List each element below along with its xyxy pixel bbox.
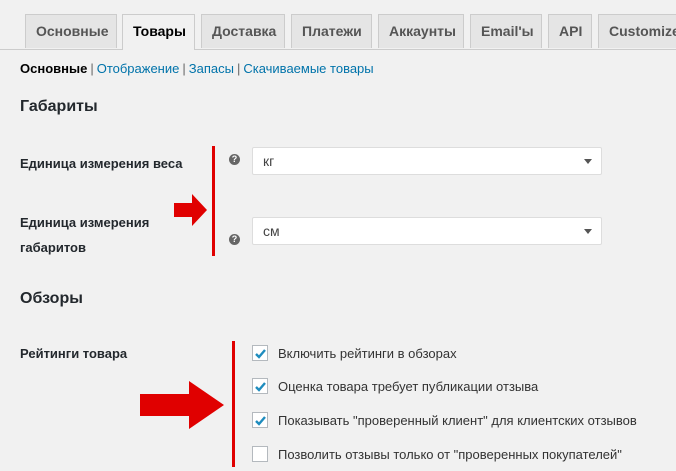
- weight-unit-value: кг: [263, 153, 275, 169]
- tab-emails[interactable]: Email'ы: [470, 14, 542, 48]
- checkbox-label: Оценка товара требует публикации отзыва: [278, 379, 539, 394]
- checkbox[interactable]: [252, 446, 268, 462]
- help-icon[interactable]: ?: [229, 234, 240, 245]
- tab-accounts[interactable]: Аккаунты: [378, 14, 464, 48]
- chevron-down-icon: [584, 159, 592, 164]
- subnav-inventory-link[interactable]: Запасы: [189, 61, 234, 76]
- subnav-display-link[interactable]: Отображение: [97, 61, 180, 76]
- weight-unit-select[interactable]: кг: [252, 147, 602, 175]
- tab-general[interactable]: Основные: [25, 14, 117, 48]
- checkmark-icon: [255, 349, 266, 359]
- dimension-unit-value: см: [263, 223, 280, 239]
- weight-unit-label: Единица измерения веса: [20, 156, 183, 171]
- product-ratings-label: Рейтинги товара: [20, 346, 128, 361]
- tab-payments[interactable]: Платежи: [291, 14, 372, 48]
- tab-products[interactable]: Товары: [122, 14, 195, 50]
- tab-shipping[interactable]: Доставка: [201, 14, 285, 48]
- checkbox[interactable]: [252, 378, 268, 394]
- subnav-separator: |: [236, 61, 241, 76]
- annotation-arrow-icon: [174, 194, 207, 226]
- checkmark-icon: [255, 382, 266, 392]
- section-title-reviews: Обзоры: [20, 290, 83, 307]
- sub-navigation: Основные | Отображение | Запасы | Скачиваемые …: [20, 61, 374, 77]
- subnav-general: Основные: [20, 61, 88, 76]
- checkbox-label: Позволить отзывы только от "проверенных …: [278, 447, 622, 462]
- checkbox-label: Включить рейтинги в обзорах: [278, 346, 457, 361]
- subnav-separator: |: [90, 61, 94, 76]
- checkbox[interactable]: [252, 345, 268, 361]
- section-title-dimensions: Габариты: [20, 98, 98, 115]
- dimension-unit-label: Единица измерения габаритов: [20, 215, 150, 255]
- annotation-bar: [232, 341, 235, 467]
- settings-tabs: Основные Товары Доставка Платежи Аккаунт…: [0, 0, 676, 50]
- tab-api[interactable]: API: [548, 14, 592, 48]
- checkbox[interactable]: [252, 412, 268, 428]
- chevron-down-icon: [584, 229, 592, 234]
- tab-customize[interactable]: Customize: [598, 14, 676, 48]
- subnav-separator: |: [182, 61, 186, 76]
- checkbox-label: Показывать "проверенный клиент" для клие…: [278, 413, 637, 428]
- help-icon[interactable]: ?: [229, 154, 240, 165]
- annotation-arrow-icon: [140, 381, 224, 429]
- checkmark-icon: [255, 416, 266, 426]
- annotation-bar: [212, 146, 215, 256]
- subnav-downloadable-link[interactable]: Скачиваемые товары: [243, 61, 373, 76]
- dimension-unit-select[interactable]: см: [252, 217, 602, 245]
